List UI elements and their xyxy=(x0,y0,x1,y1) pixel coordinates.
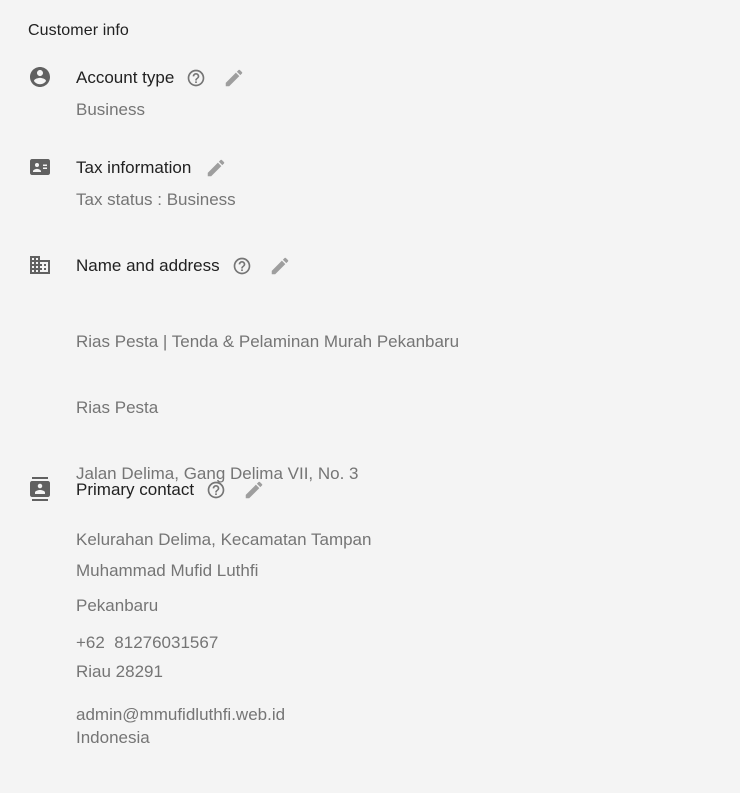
help-icon[interactable] xyxy=(232,256,252,276)
address-line: Rias Pesta | Tenda & Pelaminan Murah Pek… xyxy=(76,332,460,351)
primary-contact-label: Primary contact xyxy=(76,480,195,499)
building-icon xyxy=(28,253,52,277)
edit-tax-information-icon[interactable] xyxy=(204,156,228,180)
help-icon[interactable] xyxy=(206,480,226,500)
name-and-address-label: Name and address xyxy=(76,256,220,275)
tax-information-label: Tax information xyxy=(76,158,192,177)
edit-account-type-icon[interactable] xyxy=(222,66,246,90)
badge-card-icon xyxy=(28,155,52,179)
contact-email: admin@mmufidluthfi.web.id xyxy=(76,705,286,724)
account-circle-icon xyxy=(28,65,52,89)
edit-primary-contact-icon[interactable] xyxy=(242,478,266,502)
contact-lines: Muhammad Mufid Luthfi +62 81276031567 ad… xyxy=(76,511,285,775)
contact-phone: +62 81276031567 xyxy=(76,633,219,652)
contact-name: Muhammad Mufid Luthfi xyxy=(76,561,259,580)
edit-name-and-address-icon[interactable] xyxy=(268,254,292,278)
page-title: Customer info xyxy=(28,22,129,39)
help-icon[interactable] xyxy=(186,68,206,88)
account-type-value: Business xyxy=(76,100,145,119)
contact-card-icon xyxy=(28,477,52,501)
account-type-label: Account type xyxy=(76,68,175,87)
address-line: Rias Pesta xyxy=(76,398,159,417)
tax-status-value: Tax status : Business xyxy=(76,190,236,209)
